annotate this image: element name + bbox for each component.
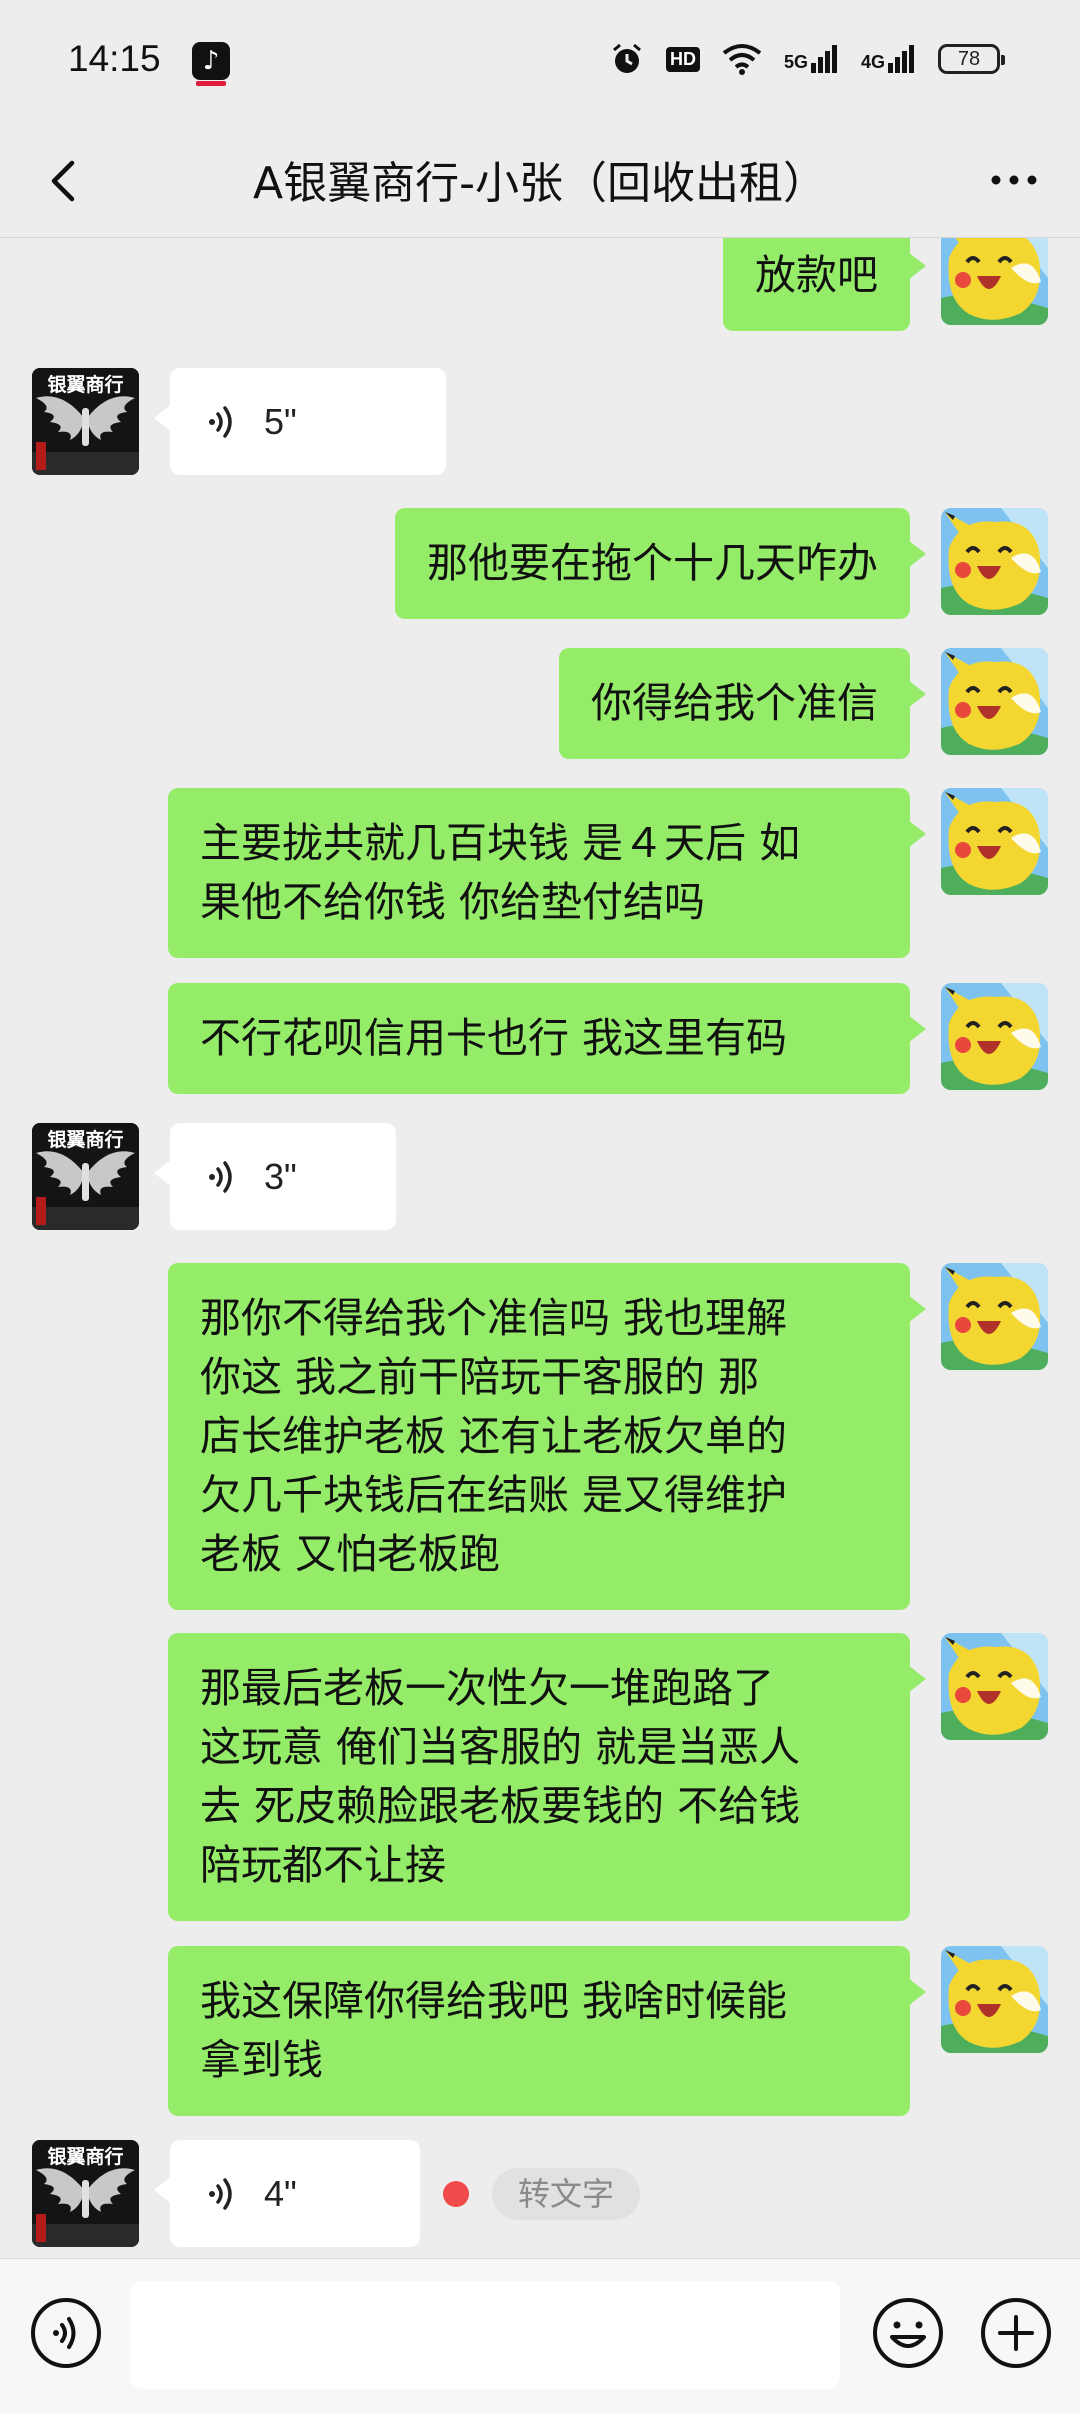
plus-icon[interactable] [978, 2295, 1054, 2371]
message-text: 那他要在拖个十几天咋办 [427, 539, 878, 587]
status-bar: 14:15 ♪ HD 5G 4G 78 [0, 0, 1080, 125]
message-line: 这玩意 俺们当客服的 就是当恶人 [200, 1723, 801, 1771]
chat-message-list[interactable]: 放款吧 银翼商行 5" 那他要在拖个十几天咋办 你得给我个准信 主要拢共就几百块… [0, 238, 1080, 2258]
message-line: 拿到钱 [200, 2036, 323, 2084]
voice-message[interactable]: 5" [154, 368, 446, 475]
signal-bars-icon [888, 45, 914, 73]
message-line: 陪玩都不让接 [200, 1841, 446, 1889]
message-line: 老板 又怕老板跑 [200, 1530, 501, 1578]
status-time: 14:15 [68, 38, 161, 79]
message-bubble-out[interactable]: 主要拢共就几百块钱 是４天后 如 果他不给你钱 你给垫付结吗 [168, 788, 926, 958]
my-avatar[interactable] [941, 238, 1048, 325]
message-bubble-out[interactable]: 那你不得给我个准信吗 我也理解 你这 我之前干陪玩干客服的 那 店长维护老板 还… [168, 1263, 926, 1610]
emoji-icon[interactable] [870, 2295, 946, 2371]
wifi-icon [722, 44, 762, 75]
message-bubble-out[interactable]: 那他要在拖个十几天咋办 [395, 508, 926, 619]
hd-label: HD [669, 48, 696, 69]
message-line: 我这保障你得给我吧 我啥时候能 [200, 1977, 788, 2025]
chevron-left-icon[interactable] [38, 153, 94, 209]
voice-message[interactable]: 3" [154, 1123, 396, 1230]
message-line: 店长维护老板 还有让老板欠单的 [200, 1412, 788, 1460]
message-text: 你得给我个准信 [591, 679, 878, 727]
message-line: 欠几千块钱后在结账 是又得维护 [200, 1471, 788, 1519]
battery-level: 78 [957, 47, 981, 70]
message-text: 不行花呗信用卡也行 我这里有码 [200, 1014, 788, 1062]
network-5g-label: 5G [783, 52, 808, 72]
signal-5g: 5G [784, 45, 839, 73]
message-line: 主要拢共就几百块钱 是４天后 如 [200, 819, 801, 867]
message-line: 你这 我之前干陪玩干客服的 那 [200, 1353, 760, 1401]
voice-duration: 4" [264, 2172, 297, 2214]
status-icons: HD 5G 4G 78 [610, 42, 1005, 76]
message-line: 果他不给你钱 你给垫付结吗 [200, 878, 706, 926]
chat-title[interactable]: A银翼商行-小张（回收出租） [120, 147, 960, 211]
voice-duration: 5" [264, 400, 297, 442]
message-bubble-out[interactable]: 不行花呗信用卡也行 我这里有码 [168, 983, 926, 1094]
signal-bars-icon [810, 45, 837, 73]
message-bubble-out[interactable]: 放款吧 [723, 238, 926, 331]
input-bar [0, 2258, 1080, 2413]
voice-wave-icon [202, 2174, 242, 2214]
message-bubble-out[interactable]: 我这保障你得给我吧 我啥时候能 拿到钱 [168, 1946, 926, 2116]
message-text: 放款吧 [755, 251, 878, 299]
contact-avatar[interactable]: 银翼商行 [32, 1123, 139, 1230]
voice-wave-icon [202, 402, 242, 442]
unread-dot [443, 2181, 469, 2207]
my-avatar[interactable] [941, 788, 1048, 895]
my-avatar[interactable] [941, 983, 1048, 1090]
chat-header: A银翼商行-小张（回收出租） [0, 125, 1080, 238]
hd-icon: HD [665, 46, 700, 72]
convert-to-text-button[interactable]: 转文字 [492, 2168, 641, 2220]
network-4g-label: 4G [860, 52, 885, 72]
my-avatar[interactable] [941, 1633, 1048, 1740]
message-line: 那你不得给我个准信吗 我也理解 [200, 1294, 788, 1342]
avatar-text: 银翼商行 [47, 374, 124, 396]
voice-message[interactable]: 4" [154, 2140, 420, 2247]
battery-icon: 78 [938, 44, 1005, 74]
message-line: 去 死皮赖脸跟老板要钱的 不给钱 [200, 1782, 801, 1830]
contact-avatar[interactable]: 银翼商行 [32, 368, 139, 475]
signal-4g: 4G [861, 45, 916, 73]
message-bubble-out[interactable]: 那最后老板一次性欠一堆跑路了 这玩意 俺们当客服的 就是当恶人 去 死皮赖脸跟老… [168, 1633, 926, 1921]
voice-duration: 3" [264, 1155, 297, 1197]
message-input[interactable] [130, 2281, 840, 2389]
my-avatar[interactable] [941, 1946, 1048, 2053]
alarm-icon [613, 43, 641, 73]
avatar-text: 银翼商行 [47, 2146, 124, 2168]
tiktok-icon: ♪ [192, 42, 230, 86]
more-dots-icon[interactable] [984, 155, 1044, 205]
contact-avatar[interactable]: 银翼商行 [32, 2140, 139, 2247]
avatar-text: 银翼商行 [47, 1129, 124, 1151]
voice-wave-icon [202, 1157, 242, 1197]
my-avatar[interactable] [941, 1263, 1048, 1370]
my-avatar[interactable] [941, 648, 1048, 755]
my-avatar[interactable] [941, 508, 1048, 615]
voice-mode-icon[interactable] [28, 2295, 104, 2371]
message-line: 那最后老板一次性欠一堆跑路了 [200, 1664, 774, 1712]
message-bubble-out[interactable]: 你得给我个准信 [559, 648, 926, 759]
